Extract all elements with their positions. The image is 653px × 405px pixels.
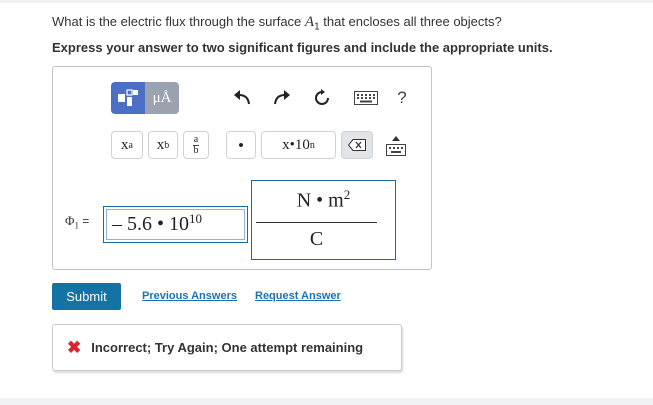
answer-label: Φ1 = xyxy=(65,213,90,231)
help-button[interactable]: ? xyxy=(388,82,416,114)
reset-icon xyxy=(315,89,329,105)
instruction-text: Express your answer to two significant f… xyxy=(52,40,553,55)
subscript-sub: b xyxy=(164,139,170,151)
previous-answers-link[interactable]: Previous Answers xyxy=(142,290,237,302)
surface-symbol: A xyxy=(304,14,315,30)
editor-toolbar: μÅ ? xyxy=(111,82,458,114)
subscript-button[interactable]: xb xyxy=(148,131,178,159)
undo-icon xyxy=(234,90,250,105)
feedback-message: Incorrect; Try Again; One attempt remain… xyxy=(91,340,364,355)
unit-denominator: C xyxy=(309,228,324,250)
scientific-notation-button[interactable]: x•10 n xyxy=(261,131,336,159)
value-mantissa: – 5.6 • 10 xyxy=(112,213,190,235)
toggle-keyboard-button[interactable] xyxy=(384,133,408,159)
bottom-divider xyxy=(0,398,653,405)
reset-button[interactable] xyxy=(308,82,336,114)
delete-icon xyxy=(348,139,366,151)
fraction-button[interactable]: ab xyxy=(183,131,209,159)
templates-button[interactable] xyxy=(111,82,145,114)
units-input[interactable]: N • m2 C xyxy=(251,180,396,260)
redo-icon xyxy=(274,90,290,105)
units-label: μÅ xyxy=(152,89,172,106)
sci-label: x•10 xyxy=(282,136,310,153)
fraction-icon: ab xyxy=(192,133,200,156)
keyboard-button[interactable] xyxy=(349,82,383,114)
question-text: What is the electric flux through the su… xyxy=(52,14,502,33)
superscript-exp: a xyxy=(128,139,133,151)
keyboard-icon xyxy=(354,91,378,105)
question-prefix: What is the electric flux through the su… xyxy=(52,14,305,29)
request-answer-link[interactable]: Request Answer xyxy=(255,290,341,302)
question-suffix: that encloses all three objects? xyxy=(319,14,502,29)
delete-button[interactable] xyxy=(341,131,373,159)
units-button[interactable]: μÅ xyxy=(145,82,179,114)
undo-button[interactable] xyxy=(228,82,256,114)
subscript-base: x xyxy=(156,136,165,153)
sci-exp: n xyxy=(309,139,315,151)
incorrect-icon: ✖ xyxy=(67,337,82,357)
value-exponent: 10 xyxy=(189,210,203,226)
feedback-box: ✖ Incorrect; Try Again; One attempt rema… xyxy=(52,324,402,371)
redo-button[interactable] xyxy=(268,82,296,114)
dot-button[interactable]: • xyxy=(226,131,256,159)
templates-icon xyxy=(118,89,138,106)
help-label: ? xyxy=(397,88,407,107)
keyboard-toggle-icon xyxy=(386,136,406,156)
submit-button[interactable]: Submit xyxy=(52,283,121,310)
unit-fraction-bar xyxy=(256,222,377,223)
superscript-button[interactable]: xa xyxy=(111,131,143,159)
math-toolbar: xa xb ab • x•10 n xyxy=(111,131,401,161)
superscript-base: x xyxy=(121,136,129,153)
unit-numerator: N • m2 xyxy=(296,187,351,212)
top-divider xyxy=(0,0,653,3)
dot-label: • xyxy=(238,136,244,154)
value-input[interactable]: – 5.6 • 10 10 xyxy=(103,206,248,243)
answer-editor: μÅ ? x a x b a b • x•10 n Φ1 = – 5.6 • 1… xyxy=(52,66,432,270)
